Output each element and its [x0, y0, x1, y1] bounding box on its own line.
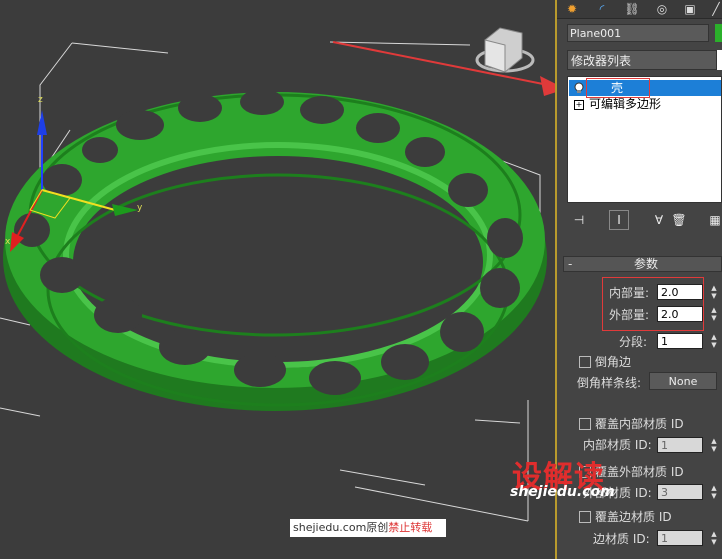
- modifier-list-edge: [717, 50, 722, 70]
- bevel-edges-checkbox[interactable]: [579, 356, 591, 368]
- modifier-stack[interactable]: 壳 + 可编辑多边形: [567, 76, 722, 203]
- outer-mat-id-spinner[interactable]: 3: [657, 484, 703, 500]
- lightbulb-icon[interactable]: [573, 82, 585, 94]
- credit-prefix: shejiedu.com原创: [293, 521, 389, 534]
- motion-tab-icon[interactable]: ◎: [651, 1, 673, 17]
- viewport-scene: z y x: [0, 27, 556, 522]
- inner-amount-spinner[interactable]: 2.0: [657, 284, 703, 300]
- edge-mat-id-spinner[interactable]: 1: [657, 530, 703, 546]
- highlight-box: [586, 78, 650, 98]
- override-outer-mat-label: 覆盖外部材质 ID: [595, 465, 684, 479]
- modify-tab-icon[interactable]: ◜: [591, 1, 613, 17]
- spinner-arrows-icon[interactable]: ▲ ▼: [709, 306, 719, 322]
- pin-stack-icon[interactable]: ⊣: [569, 210, 589, 230]
- stack-toolbar: ⊣ Ⅰ ∀ 🗑 ▦: [567, 210, 722, 232]
- bevel-spline-label: 倒角样条线:: [577, 376, 642, 390]
- stack-item-editable-poly[interactable]: + 可编辑多边形: [569, 96, 721, 112]
- override-inner-mat-label: 覆盖内部材质 ID: [595, 417, 684, 431]
- watermark-site: shejiedu.com: [510, 484, 615, 500]
- modifier-list-dropdown[interactable]: 修改器列表: [567, 50, 717, 70]
- bevel-edges-label: 倒角边: [595, 355, 632, 369]
- override-edge-mat-label: 覆盖边材质 ID: [595, 510, 672, 524]
- outer-amount-label: 外部量:: [609, 308, 650, 322]
- panel-tabbar: ✹ ◜ ⛓ ◎ ▣ ╱: [557, 0, 722, 19]
- segments-label: 分段:: [619, 335, 648, 349]
- object-color-swatch[interactable]: [715, 24, 722, 42]
- display-tab-icon[interactable]: ▣: [679, 1, 701, 17]
- stack-item-label: 可编辑多边形: [589, 97, 662, 111]
- spinner-arrows-icon[interactable]: ▲ ▼: [709, 484, 719, 500]
- viewcube: [475, 27, 535, 73]
- configure-sets-icon[interactable]: ▦: [705, 210, 722, 230]
- outer-amount-spinner[interactable]: 2.0: [657, 306, 703, 322]
- override-inner-mat-checkbox[interactable]: [579, 418, 591, 430]
- credit-banner: shejiedu.com原创禁止转载: [290, 519, 446, 537]
- utilities-tab-icon[interactable]: ╱: [705, 1, 722, 17]
- collapse-icon[interactable]: -: [568, 257, 572, 271]
- inner-mat-id-spinner[interactable]: 1: [657, 437, 703, 453]
- hierarchy-tab-icon[interactable]: ⛓: [621, 1, 643, 17]
- inner-amount-label: 内部量:: [609, 286, 650, 300]
- rollout-header[interactable]: - 参数: [563, 256, 722, 272]
- perspective-viewport[interactable]: z y x: [0, 0, 556, 559]
- create-tab-icon[interactable]: ✹: [561, 1, 583, 17]
- segments-spinner[interactable]: 1: [657, 333, 703, 349]
- rollout-title: 参数: [634, 257, 659, 271]
- torus-shell-object: [3, 89, 547, 411]
- spinner-arrows-icon[interactable]: ▲ ▼: [709, 530, 719, 546]
- object-name-field[interactable]: Plane001: [567, 24, 709, 42]
- edge-mat-id-label: 边材质 ID:: [593, 532, 650, 546]
- expand-icon[interactable]: +: [574, 100, 584, 110]
- spinner-arrows-icon[interactable]: ▲ ▼: [709, 284, 719, 300]
- axis-y-label: y: [137, 203, 143, 213]
- credit-warning: 禁止转载: [388, 521, 433, 534]
- inner-mat-id-label: 内部材质 ID:: [583, 438, 652, 452]
- axis-x-label: x: [5, 237, 11, 247]
- bevel-spline-button[interactable]: None: [649, 372, 717, 390]
- spinner-arrows-icon[interactable]: ▲ ▼: [709, 333, 719, 349]
- make-unique-icon[interactable]: ∀: [649, 210, 669, 230]
- parameters-rollout: - 参数 内部量: 2.0 ▲ ▼ 外部量: 2.0 ▲ ▼ 分段: 1 ▲ ▼ 倒角…: [563, 252, 722, 559]
- remove-modifier-icon[interactable]: 🗑: [669, 210, 689, 230]
- show-end-result-icon[interactable]: Ⅰ: [609, 210, 629, 230]
- axis-z-label: z: [38, 95, 43, 105]
- override-edge-mat-checkbox[interactable]: [579, 511, 591, 523]
- spinner-arrows-icon[interactable]: ▲ ▼: [709, 437, 719, 453]
